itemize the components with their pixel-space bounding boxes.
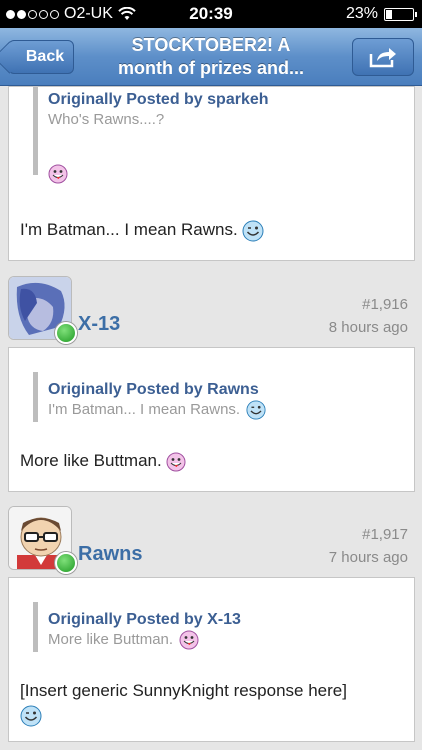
post-number[interactable]: #1,916 (362, 296, 408, 313)
quote-author: Originally Posted by X-13 (48, 611, 241, 628)
tongue-smiley-icon (179, 630, 199, 650)
quote-text: More like Buttman. (48, 630, 241, 650)
username[interactable]: X-13 (78, 313, 120, 336)
back-button[interactable]: Back (0, 40, 74, 74)
post-content: Originally Posted by X-13 More like Butt… (8, 577, 415, 742)
post-header: X-13 #1,916 8 hours ago (0, 276, 422, 344)
online-status-icon (55, 322, 77, 344)
back-button-label: Back (25, 48, 65, 65)
thread-title-line1: STOCKTOBER2! A (131, 35, 291, 55)
share-button[interactable] (352, 38, 414, 76)
username[interactable]: Rawns (78, 543, 142, 566)
wink-smiley-icon (20, 705, 42, 727)
post-header: Rawns #1,917 7 hours ago (0, 506, 422, 574)
post-text: [Insert generic SunnyKnight response her… (20, 679, 400, 727)
online-status-icon (55, 552, 77, 574)
quote-text: Who's Rawns....? (48, 110, 269, 130)
quote-text: I'm Batman... I mean Rawns. (48, 400, 266, 420)
tongue-smiley-icon (166, 452, 186, 472)
post-time: 8 hours ago (328, 319, 408, 336)
post-text: I'm Batman... I mean Rawns. (20, 218, 264, 242)
post-text-content: [Insert generic SunnyKnight response her… (20, 681, 347, 700)
post-time: 7 hours ago (328, 549, 408, 566)
quote-block: Originally Posted by sparkeh Who's Rawns… (33, 87, 269, 184)
battery-percent: 23% (345, 5, 378, 22)
post-number[interactable]: #1,917 (362, 526, 408, 543)
quote-block: Originally Posted by X-13 More like Butt… (33, 602, 241, 652)
navigation-bar: Back STOCKTOBER2! A month of prizes and.… (0, 28, 422, 86)
post-content: Originally Posted by Rawns I'm Batman...… (8, 347, 415, 492)
battery-icon (384, 7, 417, 21)
quote-block: Originally Posted by Rawns I'm Batman...… (33, 372, 266, 422)
status-bar: O2-UK 20:39 23% (0, 0, 422, 28)
wink-smiley-icon (242, 220, 264, 242)
quote-text-content: I'm Batman... I mean Rawns. (48, 401, 241, 418)
quote-text-content: Who's Rawns....? (48, 111, 165, 128)
thread-title: STOCKTOBER2! A month of prizes and... (90, 34, 332, 80)
wink-smiley-icon (246, 400, 266, 420)
tongue-smiley-icon (48, 164, 68, 184)
post-content: Originally Posted by sparkeh Who's Rawns… (8, 86, 415, 261)
quote-author: Originally Posted by Rawns (48, 381, 259, 398)
quote-author: Originally Posted by sparkeh (48, 91, 269, 108)
thread-title-line2: month of prizes and... (117, 58, 304, 78)
share-icon (369, 48, 396, 68)
post-text-content: I'm Batman... I mean Rawns. (20, 220, 238, 239)
post-text: More like Buttman. (20, 449, 186, 473)
post-text-content: More like Buttman. (20, 451, 162, 470)
quote-text-content: More like Buttman. (48, 631, 174, 648)
